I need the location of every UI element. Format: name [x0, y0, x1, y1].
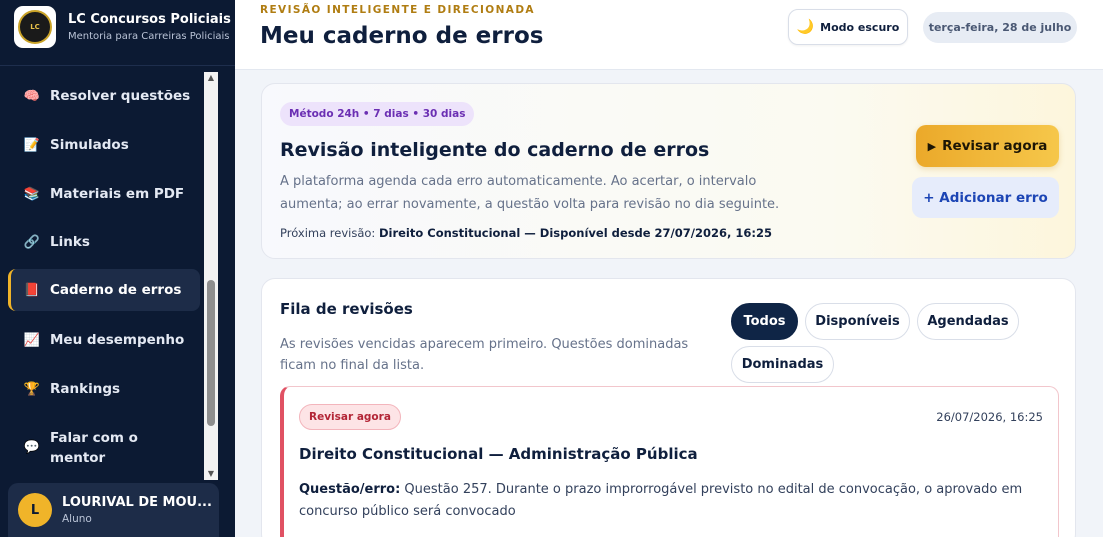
scroll-thumb[interactable]	[207, 280, 215, 426]
sidebar-item-label: Caderno de erros	[50, 282, 182, 298]
item-question-text: Questão 257. Durante o prazo improrrogáv…	[299, 482, 1023, 519]
date-badge: terça-feira, 28 de julho	[923, 12, 1077, 43]
queue-description: As revisões vencidas aparecem primeiro. …	[280, 337, 689, 373]
page-eyebrow: REVISÃO INTELIGENTE E DIRECIONADA	[260, 4, 535, 16]
page-title: Meu caderno de erros	[260, 23, 544, 49]
method-badge: Método 24h • 7 dias • 30 dias	[280, 102, 475, 126]
sidebar-item-meu-desempenho[interactable]: 📈 Meu desempenho	[8, 319, 200, 361]
red-book-icon: 📕	[23, 282, 41, 298]
dark-mode-button[interactable]: 🌙 Modo escuro	[788, 9, 908, 45]
sidebar-item-resolver-questoes[interactable]: 🧠 Resolver questões	[8, 75, 200, 117]
sidebar-item-simulados[interactable]: 📝 Simulados	[8, 124, 200, 166]
logo: LC	[14, 6, 56, 48]
sidebar-item-falar-mentor[interactable]: 💬 Falar com o mentor	[8, 426, 200, 470]
moon-icon: 🌙	[796, 19, 815, 35]
item-date: 26/07/2026, 16:25	[936, 410, 1043, 424]
sidebar-item-label: Resolver questões	[50, 88, 191, 104]
brand-subtitle: Mentoria para Carreiras Policiais	[68, 31, 230, 42]
divider	[0, 65, 235, 66]
memo-icon: 📝	[23, 137, 41, 153]
trophy-icon: 🏆	[23, 381, 41, 397]
user-role: Aluno	[62, 513, 92, 525]
item-question: Questão/erro: Questão 257. Durante o pra…	[299, 479, 1039, 523]
avatar: L	[18, 493, 52, 527]
queue-title: Fila de revisões	[280, 300, 413, 318]
books-icon: 📚	[23, 186, 41, 202]
next-review-label: Próxima revisão:	[280, 226, 379, 240]
brand-title: LC Concursos Policiais	[68, 12, 231, 27]
sidebar-item-label: Simulados	[50, 137, 129, 153]
brand[interactable]: LC LC Concursos Policiais Mentoria para …	[14, 6, 231, 48]
review-item-card[interactable]: Revisar agora 26/07/2026, 16:25 Direito …	[280, 386, 1059, 537]
sidebar-item-rankings[interactable]: 🏆 Rankings	[8, 368, 200, 410]
chart-icon: 📈	[23, 332, 41, 348]
filter-chip-todos[interactable]: Todos	[731, 303, 798, 340]
sidebar-scrollbar[interactable]: ▲ ▼	[204, 72, 218, 480]
review-title: Revisão inteligente do caderno de erros	[280, 139, 710, 161]
sidebar-item-materiais-pdf[interactable]: 📚 Materiais em PDF	[8, 173, 200, 215]
add-error-button[interactable]: + Adicionar erro	[912, 177, 1059, 218]
user-name: LOURIVAL DE MOU...	[62, 495, 212, 510]
review-queue-card: Fila de revisões As revisões vencidas ap…	[261, 278, 1076, 537]
sidebar-item-label: Materiais em PDF	[50, 186, 185, 202]
sidebar-item-label: Meu desempenho	[50, 332, 185, 348]
sidebar-item-links[interactable]: 🔗 Links	[8, 221, 200, 263]
status-badge: Revisar agora	[299, 404, 401, 430]
page-header: REVISÃO INTELIGENTE E DIRECIONADA Meu ca…	[235, 0, 1103, 70]
next-review-value: Direito Constitucional — Disponível desd…	[378, 226, 772, 240]
review-now-button[interactable]: ▶ Revisar agora	[916, 125, 1059, 167]
item-question-label: Questão/erro:	[299, 482, 401, 497]
filter-chip-dominadas[interactable]: Dominadas	[731, 346, 834, 383]
chat-icon: 💬	[23, 440, 41, 455]
brain-icon: 🧠	[23, 88, 41, 104]
review-now-label: Revisar agora	[942, 138, 1048, 154]
next-review: Próxima revisão: Direito Constitucional …	[280, 226, 772, 240]
sidebar-item-label: Rankings	[50, 381, 121, 397]
dark-mode-label: Modo escuro	[820, 20, 900, 34]
play-icon: ▶	[927, 139, 937, 153]
filter-chip-disponiveis[interactable]: Disponíveis	[805, 303, 910, 340]
sidebar-item-label: Links	[50, 234, 90, 250]
scroll-up-icon[interactable]: ▲	[204, 72, 218, 84]
filter-chip-agendadas[interactable]: Agendadas	[917, 303, 1019, 340]
sidebar-item-label: Falar com o mentor	[50, 430, 138, 466]
item-title: Direito Constitucional — Administração P…	[299, 445, 698, 463]
link-icon: 🔗	[23, 234, 41, 250]
logo-text: LC	[18, 10, 52, 44]
smart-review-card: Método 24h • 7 dias • 30 dias Revisão in…	[261, 83, 1076, 259]
sidebar: LC LC Concursos Policiais Mentoria para …	[0, 0, 235, 537]
user-card[interactable]: L LOURIVAL DE MOU... Aluno	[8, 483, 219, 537]
scroll-down-icon[interactable]: ▼	[204, 468, 218, 480]
review-description: A plataforma agenda cada erro automatica…	[280, 174, 780, 212]
sidebar-item-caderno-erros[interactable]: 📕 Caderno de erros	[8, 269, 200, 311]
